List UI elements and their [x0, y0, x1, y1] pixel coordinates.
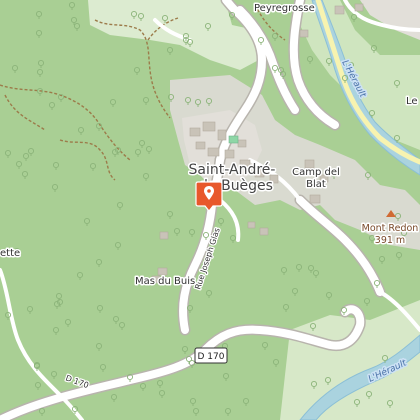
place-label-peyregrosse: Peyregrosse — [254, 3, 315, 14]
place-label-mas-du-buis: Mas du Buis — [135, 276, 195, 287]
place-label-ette: ette — [0, 248, 20, 259]
road-shield-label: D 170 — [198, 352, 225, 362]
place-label-camp-line2: Blat — [306, 179, 326, 190]
place-label-le: Le — [406, 96, 418, 107]
sports-pitch — [228, 135, 239, 144]
map-canvas: Saint-André- de-Buèges Peyregrosse Camp … — [0, 0, 420, 420]
map-view[interactable]: Saint-André- de-Buèges Peyregrosse Camp … — [0, 0, 420, 420]
town-label-line1: Saint-André- — [189, 162, 276, 178]
place-label-camp-line1: Camp del — [292, 167, 340, 178]
peak-label-mont-redon: Mont Redon — [362, 223, 419, 234]
road-shield-d170: D 170 — [194, 347, 228, 364]
peak-label-altitude: 391 m — [375, 235, 405, 246]
